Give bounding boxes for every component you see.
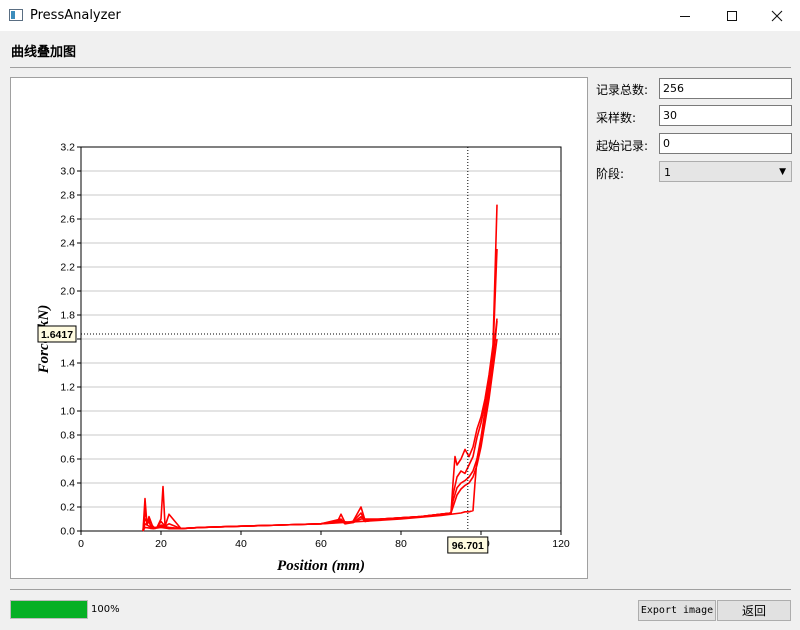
y-tick-label: 1.2 (60, 382, 75, 394)
series-line (142, 318, 498, 532)
chart-panel[interactable]: 0.00.20.40.60.81.01.21.41.61.82.02.22.42… (10, 77, 588, 579)
y-tick-label: 2.0 (60, 286, 75, 298)
stage-value: 1 (664, 166, 671, 179)
y-tick-label: 2.2 (60, 262, 75, 274)
start-record-label: 起始记录: (596, 139, 649, 153)
stage-select[interactable]: 1 ▼ (659, 161, 792, 182)
close-button[interactable] (754, 0, 800, 31)
export-image-button[interactable]: Export image (638, 600, 716, 621)
minimize-icon (680, 15, 690, 17)
progress-text: 100% (91, 604, 120, 615)
y-tick-label: 0.8 (60, 430, 75, 442)
y-tick-label: 2.4 (60, 238, 75, 250)
y-tick-label: 2.6 (60, 214, 75, 226)
y-tick-label: 0.0 (60, 526, 75, 538)
app-icon (9, 9, 23, 21)
maximize-button[interactable] (709, 0, 755, 31)
y-tick-label: 1.8 (60, 310, 75, 322)
x-axis-label: Position (mm) (277, 558, 365, 574)
y-tick-label: 3.2 (60, 142, 75, 154)
progress-bar (10, 600, 88, 619)
cursor-y-label: 1.6417 (41, 329, 73, 341)
y-tick-label: 1.0 (60, 406, 75, 418)
start-record-field[interactable] (659, 133, 792, 154)
close-icon (771, 10, 783, 21)
x-tick-label: 40 (235, 538, 247, 550)
x-tick-label: 120 (552, 538, 570, 550)
x-tick-label: 0 (78, 538, 84, 550)
y-tick-label: 0.2 (60, 502, 75, 514)
y-tick-label: 0.6 (60, 454, 75, 466)
total-records-label: 记录总数: (596, 83, 649, 97)
maximize-icon (727, 10, 737, 21)
series-line (142, 204, 498, 532)
x-tick-label: 60 (315, 538, 327, 550)
x-tick-label: 80 (395, 538, 407, 550)
x-tick-label: 20 (155, 538, 167, 550)
y-tick-label: 3.0 (60, 166, 75, 178)
cursor-x-label: 96.701 (452, 540, 484, 552)
samples-field[interactable] (659, 105, 792, 126)
divider (10, 67, 791, 68)
y-tick-label: 2.8 (60, 190, 75, 202)
total-records-field[interactable] (659, 78, 792, 99)
stage-label: 阶段: (596, 167, 625, 181)
line-chart[interactable]: 0.00.20.40.60.81.01.21.41.61.82.02.22.42… (11, 78, 587, 578)
back-button[interactable]: 返回 (717, 600, 791, 621)
progress-fill (11, 601, 87, 618)
series-line (142, 320, 498, 532)
samples-label: 采样数: (596, 111, 637, 125)
window-title: PressAnalyzer (30, 8, 121, 23)
divider (10, 589, 791, 590)
chevron-down-icon: ▼ (779, 167, 786, 177)
title-bar: PressAnalyzer (0, 0, 800, 31)
y-tick-label: 0.4 (60, 478, 75, 490)
section-title: 曲线叠加图 (11, 45, 77, 60)
minimize-button[interactable] (662, 0, 708, 31)
y-tick-label: 1.4 (60, 358, 75, 370)
